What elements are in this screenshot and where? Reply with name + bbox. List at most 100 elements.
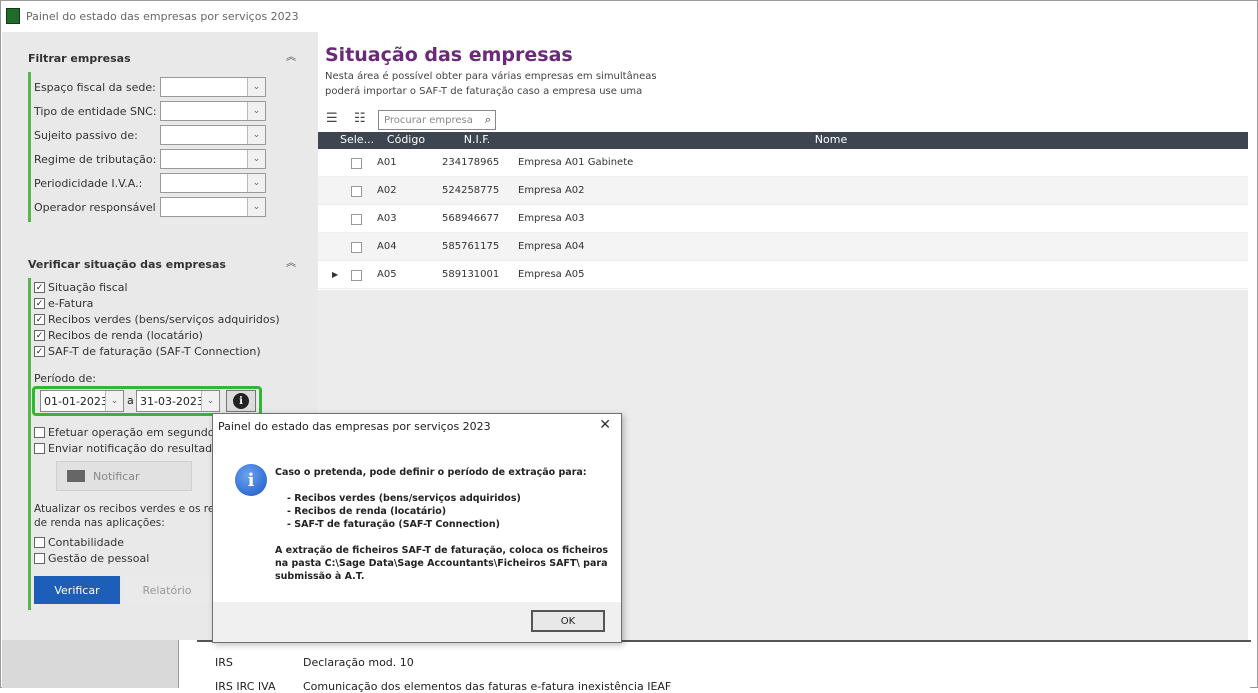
verify-button[interactable]: Verificar (34, 576, 120, 604)
cell-name: Empresa A05 (518, 269, 585, 280)
dialog-para: A extração de ficheiros SAF-T de faturaç… (275, 545, 609, 556)
periodicidade-iva-select[interactable]: ⌄ (160, 173, 266, 193)
period-info-button[interactable]: i (226, 390, 256, 412)
check-background-operation[interactable]: Efetuar operação em segundo p (34, 424, 225, 440)
col-name[interactable]: Nome (516, 133, 1146, 146)
cell-code: A01 (377, 157, 397, 168)
chevron-down-icon[interactable]: ⌄ (105, 391, 123, 411)
app-icon (6, 8, 20, 24)
date-to-input[interactable]: 31-03-2023 ⌄ (136, 390, 220, 412)
table-row[interactable]: A01 234178965 Empresa A01 Gabinete (318, 149, 1248, 177)
row-checkbox[interactable] (351, 242, 362, 253)
chevron-down-icon[interactable]: ⌄ (247, 198, 265, 216)
filter-row-operador: Operador responsável ⌄ (32, 196, 266, 218)
row-checkbox[interactable] (351, 158, 362, 169)
service-code: IRS (215, 656, 233, 669)
cell-nif: 234178965 (442, 157, 500, 168)
tipo-entidade-select[interactable]: ⌄ (160, 101, 266, 121)
dialog-para: na pasta C:\Sage Data\Sage Accountants\F… (275, 558, 608, 569)
row-checkbox[interactable] (351, 214, 362, 225)
search-icon[interactable]: ⌕ (485, 113, 491, 127)
cell-code: A05 (377, 269, 397, 280)
check-label: Efetuar operação em segundo p (48, 425, 225, 439)
cell-nif: 589131001 (442, 269, 500, 280)
sujeito-passivo-select[interactable]: ⌄ (160, 125, 266, 145)
report-button[interactable]: Relatório (124, 576, 210, 604)
dialog-item: - SAF-T de faturação (SAF-T Connection) (287, 519, 500, 530)
checkbox[interactable] (34, 426, 45, 438)
chevron-down-icon[interactable]: ⌄ (247, 102, 265, 120)
checkbox[interactable]: ✓ (34, 297, 45, 309)
collapse-verify-icon[interactable]: ︽ (286, 254, 296, 269)
checkbox[interactable] (34, 536, 45, 548)
filter-row-espaco-fiscal: Espaço fiscal da sede: ⌄ (32, 76, 266, 98)
cell-name: Empresa A02 (518, 185, 585, 196)
filter-label: Sujeito passivo de: (34, 128, 138, 142)
table-row[interactable]: A05 589131001 Empresa A05 (318, 261, 1248, 289)
check-contabilidade[interactable]: Contabilidade (34, 534, 124, 550)
cell-name: Empresa A04 (518, 241, 585, 252)
chevron-down-icon[interactable]: ⌄ (247, 150, 265, 168)
page-title: Situação das empresas (325, 44, 573, 66)
cell-nif: 568946677 (442, 213, 500, 224)
chevron-down-icon[interactable]: ⌄ (201, 391, 219, 411)
notify-button[interactable]: Notificar (56, 461, 192, 491)
filter-row-regime-tributacao: Regime de tributação: ⌄ (32, 148, 266, 170)
desc-line-1: Nesta área é possível obter para várias … (325, 71, 657, 82)
update-receipts-text: Atualizar os recibos verdes e os rec de … (34, 502, 220, 530)
checkbox[interactable]: ✓ (34, 313, 45, 325)
check-situacao-fiscal[interactable]: ✓ Situação fiscal (34, 279, 128, 295)
cell-name: Empresa A01 Gabinete (518, 157, 634, 168)
search-input[interactable]: Procurar empresa ⌕ (378, 110, 496, 130)
collapse-filter-icon[interactable]: ︽ (286, 48, 296, 63)
chevron-down-icon[interactable]: ⌄ (247, 126, 265, 144)
date-to-value: 31-03-2023 (140, 394, 204, 408)
checkbox[interactable]: ✓ (34, 345, 45, 357)
operador-select[interactable]: ⌄ (160, 197, 266, 217)
chevron-down-icon[interactable]: ⌄ (247, 174, 265, 192)
dialog-para: submissão à A.T. (275, 571, 365, 582)
espaco-fiscal-select[interactable]: ⌄ (160, 77, 266, 97)
deselect-all-icon[interactable]: ☷ (354, 112, 370, 126)
check-recibos-renda[interactable]: ✓ Recibos de renda (locatário) (34, 327, 203, 343)
service-name: Comunicação dos elementos das faturas e-… (303, 680, 672, 693)
check-e-fatura[interactable]: ✓ e-Fatura (34, 295, 93, 311)
row-checkbox[interactable] (351, 186, 362, 197)
check-saft-faturacao[interactable]: ✓ SAF-T de faturação (SAF-T Connection) (34, 343, 261, 359)
desc-line-2: poderá importar o SAF-T de faturação cas… (325, 86, 643, 97)
col-nif[interactable]: N.I.F. (440, 133, 514, 146)
close-icon[interactable]: ✕ (599, 417, 611, 433)
date-from-input[interactable]: 01-01-2023 ⌄ (40, 390, 124, 412)
period-label: Período de: (34, 372, 96, 385)
check-label: Situação fiscal (48, 280, 128, 294)
check-label: Recibos verdes (bens/serviços adquiridos… (48, 312, 280, 326)
filter-section-title: Filtrar empresas (28, 52, 131, 65)
dialog-titlebar: Painel do estado das empresas por serviç… (213, 414, 621, 438)
checkbox[interactable] (34, 442, 45, 454)
dialog-body: i Caso o pretenda, pode definir o períod… (213, 438, 621, 602)
window-title: Painel do estado das empresas por serviç… (26, 9, 299, 23)
results-panel-right (622, 290, 1248, 640)
select-all-icon[interactable]: ☰ (326, 112, 342, 126)
mail-icon (67, 470, 85, 482)
check-send-notification[interactable]: Enviar notificação do resultado (34, 440, 219, 456)
check-recibos-verdes[interactable]: ✓ Recibos verdes (bens/serviços adquirido… (34, 311, 280, 327)
checkbox[interactable]: ✓ (34, 329, 45, 341)
table-row[interactable]: A02 524258775 Empresa A02 (318, 177, 1248, 205)
chevron-down-icon[interactable]: ⌄ (247, 78, 265, 96)
search-placeholder: Procurar empresa (384, 114, 473, 126)
checkbox[interactable] (34, 552, 45, 564)
check-gestao-pessoal[interactable]: Gestão de pessoal (34, 550, 149, 566)
service-name: Declaração mod. 10 (303, 656, 414, 669)
col-select[interactable]: Sele... (340, 133, 374, 146)
table-row[interactable]: A04 585761175 Empresa A04 (318, 233, 1248, 261)
filter-label: Tipo de entidade SNC: (34, 104, 157, 118)
regime-tributacao-select[interactable]: ⌄ (160, 149, 266, 169)
col-code[interactable]: Código (374, 133, 438, 146)
filter-green-bar (28, 72, 31, 222)
table-row[interactable]: A03 568946677 Empresa A03 (318, 205, 1248, 233)
row-checkbox[interactable] (351, 270, 362, 281)
ok-button[interactable]: OK (531, 610, 605, 632)
checkbox[interactable]: ✓ (34, 281, 45, 293)
service-code: IRS IRC IVA (215, 680, 276, 693)
